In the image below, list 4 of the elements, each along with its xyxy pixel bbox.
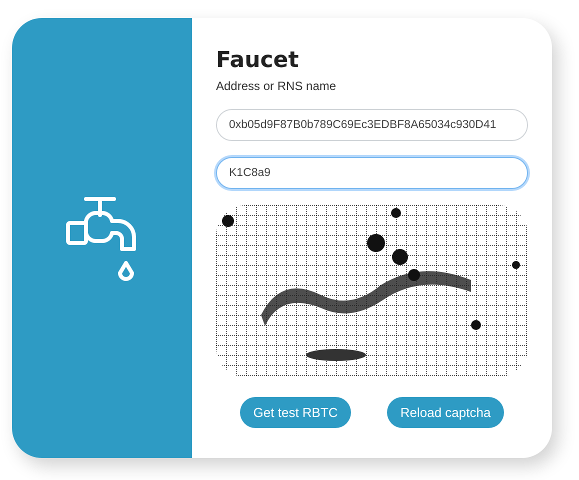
input-field[interactable]: K1C8a9 <box>216 157 528 189</box>
address-label: Address or RNS name <box>216 79 338 93</box>
title: Faucet <box>216 48 300 73</box>
input-field[interactable]: 0xb05d9F87B0b789C69Ec3EDBF8A65034c930D41 <box>216 109 528 141</box>
